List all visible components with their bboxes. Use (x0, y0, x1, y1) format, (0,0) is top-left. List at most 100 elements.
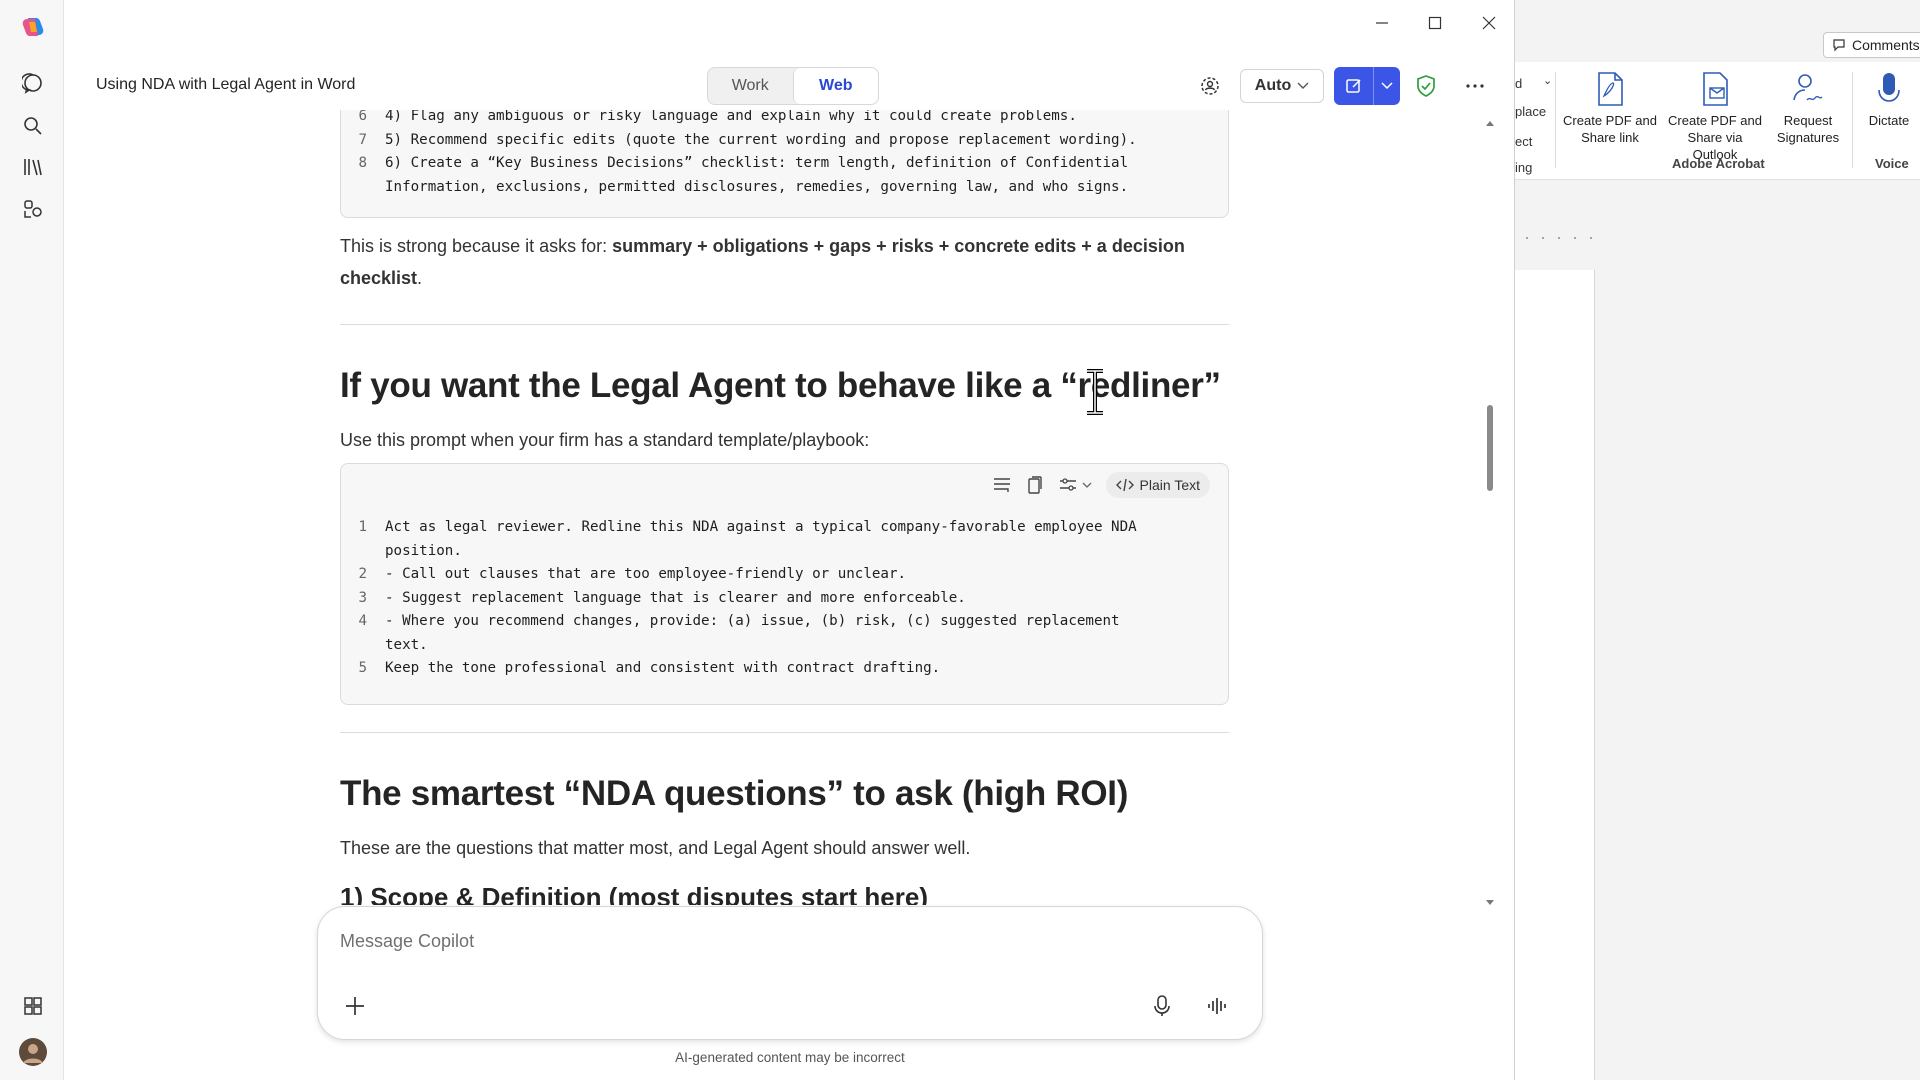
pdf-outlook-icon (1703, 72, 1728, 106)
line-number: 3 (358, 589, 367, 606)
code-text[interactable]: Keep the tone professional and consisten… (385, 657, 1185, 681)
ribbon-button-label: Create PDF and Share link (1563, 113, 1657, 145)
tab-work[interactable]: Work (708, 68, 793, 104)
paragraph-text: This is strong because it asks for: (340, 236, 613, 256)
document-page[interactable] (1515, 270, 1595, 1080)
header: Using NDA with Legal Agent in Word Work … (64, 62, 1515, 110)
ribbon-group-label: Adobe Acrobat (1672, 156, 1765, 171)
heading-questions: The smartest “NDA questions” to ask (hig… (340, 774, 1129, 813)
add-attachment-icon[interactable] (340, 991, 370, 1021)
redliner-intro: Use this prompt when your firm has a sta… (340, 430, 870, 450)
people-settings-button[interactable] (1198, 74, 1224, 100)
request-signatures-button[interactable]: Request Signatures (1768, 70, 1848, 146)
code-block-redliner: Plain Text 1 Act as legal reviewer. Redli… (340, 463, 1229, 705)
ruler (1515, 180, 1920, 270)
ribbon-fragment: d (1515, 76, 1523, 91)
create-pdf-outlook-button[interactable]: Create PDF and Share via Outlook (1665, 70, 1765, 163)
divider (340, 732, 1229, 733)
plain-text-button[interactable]: Plain Text (1105, 472, 1210, 498)
code-line: 8 6) Create a “Key Business Decisions” ch… (341, 152, 1228, 199)
chevron-down-icon (1082, 482, 1092, 488)
ribbon-fragment: ect (1515, 134, 1533, 149)
compose-icon[interactable] (1334, 67, 1374, 105)
ribbon-fragment: place (1515, 104, 1547, 119)
scroll-up-icon[interactable] (1484, 118, 1496, 128)
code-lines: 6 4) Flag any ambiguous or risky language… (341, 110, 1228, 199)
ai-disclaimer: AI-generated content may be incorrect (675, 1050, 905, 1065)
code-line: 3 - Suggest replacement language that is … (341, 587, 1185, 611)
scroll-down-icon[interactable] (1484, 898, 1496, 908)
model-select-value: Auto (1254, 77, 1292, 94)
code-text[interactable]: - Where you recommend changes, provide: … (385, 610, 1185, 657)
new-chat-button[interactable] (1334, 67, 1400, 105)
scroll-thumb[interactable] (1487, 405, 1493, 491)
code-text[interactable]: - Suggest replacement language that is c… (385, 587, 1185, 611)
code-line: 6 4) Flag any ambiguous or risky language… (341, 110, 1228, 129)
ribbon-button-label: Request Signatures (1776, 113, 1840, 145)
word-ribbon: d ⌄ place ect ing Create PDF and Share l… (1515, 62, 1920, 180)
chevron-down-icon[interactable] (1374, 67, 1400, 105)
comments-button[interactable]: Comments (1823, 32, 1920, 58)
code-line: 1 Act as legal reviewer. Redline this NDA… (341, 516, 1185, 563)
line-number: 6 (358, 110, 367, 124)
line-number: 2 (358, 566, 367, 582)
close-button[interactable] (1469, 8, 1509, 38)
paragraph-suffix: . (417, 268, 423, 288)
close-icon (1482, 16, 1496, 30)
line-number: 1 (358, 519, 367, 535)
code-text[interactable]: 5) Recommend specific edits (quote the c… (385, 129, 1185, 153)
apps-icon[interactable] (20, 993, 46, 1019)
title-bar (64, 0, 1515, 46)
side-rail (0, 0, 64, 1080)
wrap-text-icon[interactable] (992, 476, 1012, 494)
microphone-icon[interactable] (1147, 991, 1177, 1021)
response-paragraph: This is strong because it asks for: summ… (340, 230, 1229, 294)
line-number: 5 (358, 660, 367, 676)
code-settings-button[interactable] (1058, 476, 1092, 494)
code-toolbar: Plain Text (992, 472, 1210, 498)
create-pdf-share-link-button[interactable]: Create PDF and Share link (1560, 70, 1660, 146)
search-icon[interactable] (20, 113, 46, 139)
code-line: 4 - Where you recommend changes, provide:… (341, 610, 1185, 657)
ribbon-button-label: Create PDF and Share via Outlook (1668, 113, 1762, 162)
signature-icon (1793, 74, 1823, 101)
conversation-content: 6 4) Flag any ambiguous or risky language… (340, 110, 1230, 905)
tab-web[interactable]: Web (792, 68, 878, 104)
code-text[interactable]: 6) Create a “Key Business Decisions” che… (385, 152, 1185, 199)
chat-icon[interactable] (20, 70, 46, 96)
agents-icon[interactable] (20, 196, 46, 222)
people-gear-icon (1201, 77, 1219, 95)
ribbon-button-label: Dictate (1868, 113, 1910, 128)
shield-icon[interactable] (1415, 74, 1439, 98)
maximize-icon (1428, 16, 1442, 30)
voice-mode-icon[interactable] (1202, 991, 1232, 1021)
code-line: 5 Keep the tone professional and consiste… (341, 657, 1185, 681)
code-lines: 1 Act as legal reviewer. Redline this NDA… (341, 516, 1185, 681)
minimize-button[interactable] (1362, 8, 1402, 38)
model-select[interactable]: Auto (1240, 69, 1324, 103)
sliders-icon (1059, 478, 1076, 491)
questions-intro: These are the questions that matter most… (340, 838, 971, 858)
code-text[interactable]: 4) Flag any ambiguous or risky language … (385, 110, 1185, 129)
conversation-title: Using NDA with Legal Agent in Word (96, 76, 356, 93)
copilot-logo-icon[interactable] (20, 14, 46, 40)
code-text[interactable]: - Call out clauses that are too employee… (385, 563, 1185, 587)
mode-toggle: Work Web (707, 67, 879, 105)
dictate-button[interactable]: Dictate (1853, 70, 1920, 129)
ribbon-group-label: Voice (1875, 156, 1909, 171)
subheading-scope: 1) Scope & Definition (most disputes sta… (340, 882, 928, 905)
code-icon (1115, 478, 1134, 492)
message-input[interactable] (340, 927, 1160, 955)
ribbon-fragment: ing (1515, 160, 1533, 175)
code-text[interactable]: Act as legal reviewer. Redline this NDA … (385, 516, 1185, 563)
copy-icon[interactable] (1026, 475, 1044, 495)
scrollbar[interactable] (1484, 118, 1496, 908)
maximize-button[interactable] (1415, 8, 1455, 38)
line-number: 8 (358, 155, 367, 171)
divider (340, 324, 1229, 325)
chevron-down-icon[interactable]: ⌄ (1543, 74, 1552, 87)
more-options-icon[interactable] (1462, 74, 1488, 98)
code-line: 7 5) Recommend specific edits (quote the … (341, 129, 1228, 153)
library-icon[interactable] (20, 154, 46, 180)
comments-label: Comments (1852, 37, 1920, 53)
